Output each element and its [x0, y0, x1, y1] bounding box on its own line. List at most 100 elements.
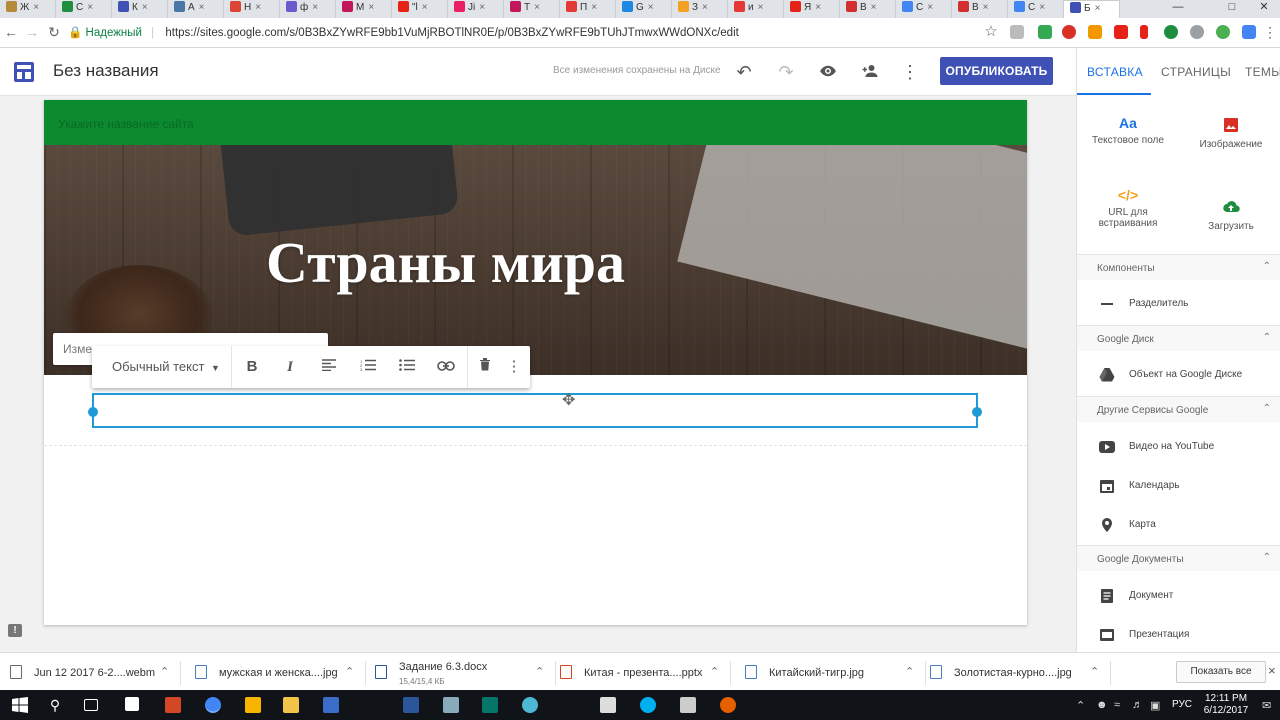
save-disk-icon[interactable]	[323, 697, 339, 713]
extension-icon[interactable]	[1216, 25, 1230, 39]
file-explorer-icon[interactable]	[283, 697, 299, 713]
hero-title[interactable]: Страны мира	[266, 229, 625, 296]
undo-icon[interactable]: ↶	[734, 62, 754, 82]
download-item[interactable]: Задание 6.3.docx 15,4/15,4 КБ ⌃	[375, 653, 545, 691]
tab-close-icon[interactable]: ×	[479, 2, 485, 13]
chrome-icon[interactable]	[205, 697, 221, 713]
notifications-icon[interactable]: ✉	[1262, 699, 1271, 712]
tab-close-icon[interactable]: ×	[1095, 3, 1101, 14]
resize-handle-left[interactable]	[88, 407, 98, 417]
browser-tab[interactable]: В ×	[840, 0, 896, 18]
extension-icon[interactable]	[1010, 25, 1024, 39]
feedback-icon[interactable]: !	[8, 624, 22, 637]
close-window-button[interactable]: ✕	[1244, 0, 1280, 18]
tab-themes[interactable]: ТЕМЫ	[1245, 65, 1280, 79]
publish-button[interactable]: ОПУБЛИКОВАТЬ	[940, 57, 1053, 85]
insert-document[interactable]: Документ	[1077, 577, 1280, 615]
browser-tab[interactable]: З ×	[672, 0, 728, 18]
section-other-google-services[interactable]: Другие Сервисы Google ⌃	[1077, 396, 1280, 422]
tab-close-icon[interactable]: ×	[815, 2, 821, 13]
browser-tab[interactable]: Ji ×	[448, 0, 504, 18]
preview-eye-icon[interactable]	[818, 62, 838, 82]
download-options-chevron-icon[interactable]: ⌃	[160, 665, 169, 678]
download-options-chevron-icon[interactable]: ⌃	[1090, 665, 1099, 678]
notepad-icon[interactable]	[443, 697, 459, 713]
show-all-downloads-button[interactable]: Показать все	[1176, 661, 1266, 683]
tab-close-icon[interactable]: ×	[702, 2, 708, 13]
wifi-icon[interactable]: ≈	[1114, 699, 1120, 711]
delete-trash-icon[interactable]	[474, 356, 496, 378]
browser-tab[interactable]: G ×	[616, 0, 672, 18]
tab-close-icon[interactable]: ×	[142, 2, 148, 13]
tab-close-icon[interactable]: ×	[983, 2, 989, 13]
download-item[interactable]: мужская и женска....jpg ⌃	[195, 653, 355, 691]
browser-tab[interactable]: П ×	[560, 0, 616, 18]
align-left-icon[interactable]	[318, 356, 340, 378]
extension-icon[interactable]	[1088, 25, 1102, 39]
browser-tab[interactable]: Н ×	[224, 0, 280, 18]
vlc-icon[interactable]	[245, 697, 261, 713]
minimize-window-button[interactable]: —	[1158, 0, 1198, 18]
section-google-drive[interactable]: Google Диск ⌃	[1077, 325, 1280, 351]
download-options-chevron-icon[interactable]: ⌃	[535, 665, 544, 678]
extension-icon[interactable]	[1190, 25, 1204, 39]
network-icon[interactable]: ▣	[1150, 699, 1160, 712]
google-sites-logo-icon[interactable]	[14, 62, 34, 82]
browser-tab[interactable]: и ×	[728, 0, 784, 18]
tab-close-icon[interactable]: ×	[758, 2, 764, 13]
extension-icon[interactable]	[1164, 25, 1178, 39]
insert-image[interactable]: Изображение	[1181, 118, 1280, 150]
browser-menu-icon[interactable]: ⋮	[1262, 24, 1278, 40]
firefox-icon[interactable]	[720, 697, 736, 713]
mail-icon[interactable]	[680, 697, 696, 713]
browser-tab[interactable]: М ×	[336, 0, 392, 18]
text-box-editor[interactable]	[88, 393, 982, 428]
publisher-icon[interactable]	[482, 697, 498, 713]
browser-tab[interactable]: С ×	[896, 0, 952, 18]
tab-close-icon[interactable]: ×	[648, 2, 654, 13]
browser-tab[interactable]: А ×	[168, 0, 224, 18]
italic-button[interactable]: I	[279, 356, 301, 378]
url-text[interactable]: https://sites.google.com/s/0B3BxZYwRFE9b…	[165, 27, 738, 39]
reload-icon[interactable]: ↻	[46, 24, 62, 40]
chevron-up-icon[interactable]: ⌃	[1263, 403, 1271, 414]
tab-close-icon[interactable]: ×	[927, 2, 933, 13]
tab-close-icon[interactable]: ×	[33, 2, 39, 13]
tab-close-icon[interactable]: ×	[312, 2, 318, 13]
download-options-chevron-icon[interactable]: ⌃	[905, 665, 914, 678]
browser-tab[interactable]: С ×	[1008, 0, 1064, 18]
adblock-icon[interactable]	[1062, 25, 1076, 39]
tab-close-icon[interactable]: ×	[199, 2, 205, 13]
tab-pages[interactable]: СТРАНИЦЫ	[1161, 65, 1231, 79]
tab-close-icon[interactable]: ×	[534, 2, 540, 13]
insert-divider[interactable]: Разделитель	[1077, 285, 1280, 323]
task-view-icon[interactable]	[84, 699, 98, 711]
tab-close-icon[interactable]: ×	[255, 2, 261, 13]
bookmark-star-icon[interactable]: ☆	[983, 24, 999, 40]
tab-close-icon[interactable]: ×	[871, 2, 877, 13]
download-item[interactable]: Китая - презента....pptx ⌃	[560, 653, 720, 691]
share-add-person-icon[interactable]	[860, 62, 880, 82]
section-components[interactable]: Компоненты ⌃	[1077, 254, 1280, 280]
search-icon[interactable]: ⚲	[47, 697, 63, 713]
paragraph-style-select[interactable]: Обычный текст ▼	[112, 359, 220, 374]
link-icon[interactable]	[435, 356, 457, 378]
site-title[interactable]: Без названия	[53, 61, 159, 81]
browser-icon[interactable]	[522, 697, 538, 713]
insert-upload[interactable]: Загрузить	[1181, 200, 1280, 232]
forward-icon[interactable]: →	[24, 24, 40, 40]
resize-handle-right[interactable]	[972, 407, 982, 417]
calculator-icon[interactable]	[600, 697, 616, 713]
download-item[interactable]: Китайский-тигр.jpg ⌃	[745, 653, 915, 691]
browser-tab[interactable]: С ×	[56, 0, 112, 18]
chevron-up-icon[interactable]: ⌃	[1263, 261, 1271, 272]
people-icon[interactable]: ☻	[1096, 699, 1108, 711]
tab-close-icon[interactable]: ×	[1039, 2, 1045, 13]
browser-tab[interactable]: Ж ×	[0, 0, 56, 18]
insert-youtube[interactable]: Видео на YouTube	[1077, 428, 1280, 466]
download-item[interactable]: Золотистая-курно....jpg ⌃	[930, 653, 1100, 691]
browser-tab[interactable]: "l ×	[392, 0, 448, 18]
insert-text-box[interactable]: Aa Текстовое поле	[1078, 116, 1178, 146]
site-name-input[interactable]: Укажите название сайта	[58, 117, 194, 131]
tab-close-icon[interactable]: ×	[422, 2, 428, 13]
